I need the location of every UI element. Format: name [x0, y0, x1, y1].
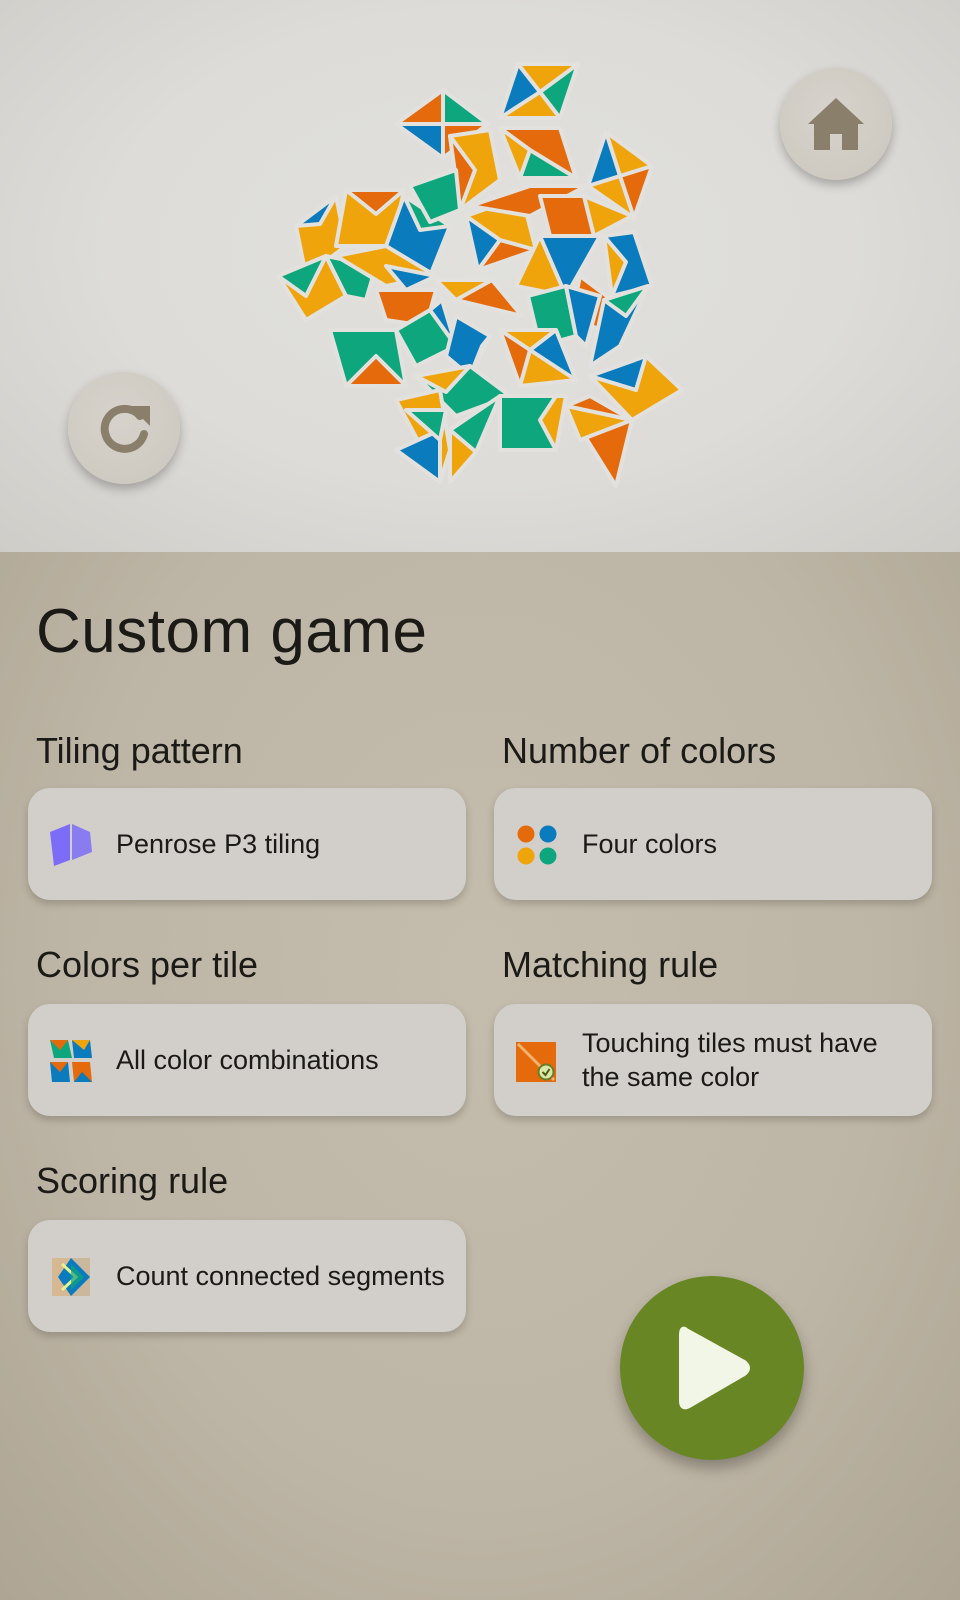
home-button[interactable]: [780, 68, 892, 180]
play-button[interactable]: [620, 1276, 804, 1460]
rhombus-tiling-icon: [50, 824, 92, 866]
colors-per-tile-label: Colors per tile: [36, 944, 259, 985]
tiling-preview-area: [0, 0, 960, 552]
play-icon: [679, 1326, 750, 1410]
scoring-rule-value: Count connected segments: [116, 1261, 445, 1291]
number-of-colors-selector[interactable]: Four colors: [494, 788, 932, 900]
matching-rule-label: Matching rule: [502, 944, 719, 985]
scoring-rule-selector[interactable]: Count connected segments: [28, 1220, 466, 1332]
number-of-colors-label: Number of colors: [502, 730, 777, 771]
page-title: Custom game: [36, 597, 428, 666]
matching-rule-value: Touching tiles must have the same color: [582, 1028, 878, 1092]
tiling-pattern-selector[interactable]: Penrose P3 tiling: [28, 788, 466, 900]
refresh-button[interactable]: [68, 372, 180, 484]
tiling-pattern-value: Penrose P3 tiling: [116, 829, 321, 859]
tiling-preview: [276, 62, 684, 488]
colors-per-tile-selector[interactable]: All color combinations: [28, 1004, 466, 1116]
number-of-colors-value: Four colors: [582, 829, 718, 859]
matching-rule-selector[interactable]: Touching tiles must have the same color: [494, 1004, 932, 1116]
matching-rule-icon: [516, 1042, 556, 1082]
refresh-icon: [100, 404, 150, 453]
connected-segments-icon: [52, 1258, 90, 1296]
tiling-pattern-label: Tiling pattern: [36, 730, 243, 771]
scoring-rule-label: Scoring rule: [36, 1160, 229, 1201]
color-combinations-icon: [50, 1040, 92, 1082]
four-dots-icon: [517, 825, 557, 865]
home-icon: [808, 98, 864, 150]
colors-per-tile-value: All color combinations: [116, 1045, 379, 1075]
